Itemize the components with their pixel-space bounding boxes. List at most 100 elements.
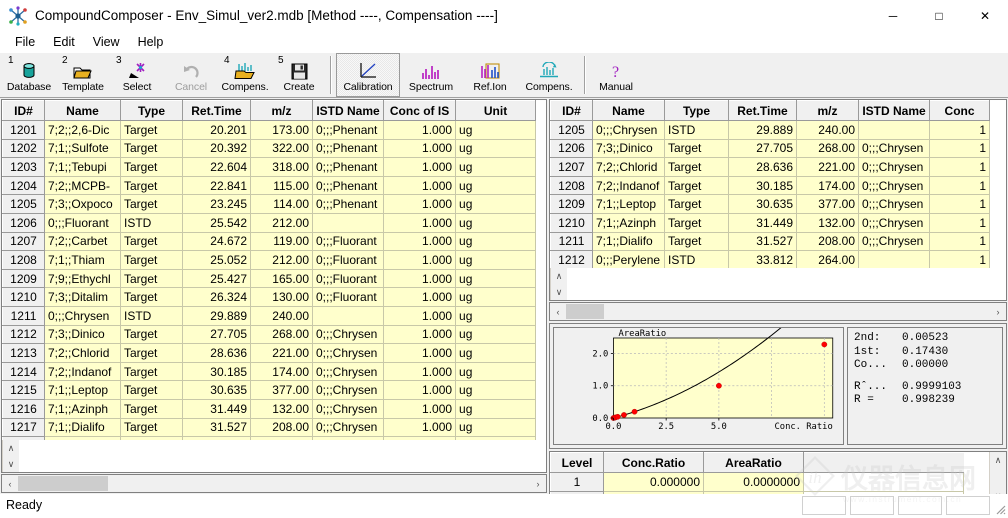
right-grid-cell[interactable]: 208.00 [797,232,859,251]
left-grid-cell[interactable]: 7;3;;Dinico [45,325,121,344]
left-grid-cell[interactable] [313,213,384,232]
scroll-left-icon-right[interactable]: ‹ [550,303,566,320]
table-row[interactable]: 12077;2;;ChloridTarget28.636221.000;;;Ch… [551,158,990,177]
left-grid-cell[interactable]: 29.889 [183,306,251,325]
left-grid-cell[interactable]: ug [456,213,536,232]
left-grid-vscrollbar[interactable]: ∧ ∨ [2,440,19,472]
right-grid-cell[interactable]: Target [665,195,729,214]
left-grid-cell[interactable]: 1207 [3,232,45,251]
right-grid-cell[interactable]: Target [665,213,729,232]
level-vscroll-track[interactable] [990,468,1006,488]
right-grid-cell[interactable]: 1 [930,139,990,158]
right-grid-col-5[interactable]: ISTD Name [859,101,930,121]
left-grid-cell[interactable]: 322.00 [251,139,313,158]
right-grid-col-6[interactable]: Conc [930,101,990,121]
toolbar-button-template[interactable]: 2 Template [56,53,110,97]
right-grid-cell[interactable]: 0;;;Chrysen [859,195,930,214]
left-grid-cell[interactable]: 1214 [3,362,45,381]
left-grid-cell[interactable]: 174.00 [251,362,313,381]
left-grid-cell[interactable]: 7;2;;MCPB- [45,176,121,195]
right-grid-cell[interactable]: 1 [930,158,990,177]
left-grid-cell[interactable]: 268.00 [251,325,313,344]
table-row[interactable]: 12120;;;PeryleneISTD33.812264.001 [551,251,990,268]
table-row[interactable]: 12177;1;;DialifoTarget31.527208.000;;;Ch… [3,418,536,437]
right-grid-cell[interactable]: 1212 [551,251,593,268]
left-grid-hscrollbar[interactable]: ‹ › [1,474,547,493]
left-grid-cell[interactable]: 114.00 [251,195,313,214]
right-grid-cell[interactable] [859,251,930,268]
left-grid-cell[interactable]: 1.000 [384,176,456,195]
left-grid-cell[interactable]: 1201 [3,121,45,140]
left-grid-cell[interactable]: 0;;;Chrysen [313,381,384,400]
left-grid-cell[interactable]: 0;;;Chrysen [45,306,121,325]
right-grid-cell[interactable]: 7;1;;Leptop [593,195,665,214]
left-grid-cell[interactable]: ug [456,251,536,270]
left-grid-cell[interactable]: Target [121,418,183,437]
left-grid-cell[interactable]: 7;3;;Ditalim [45,288,121,307]
menu-view[interactable]: View [84,34,129,50]
table-row[interactable]: 12027;1;;SulfoteTarget20.392322.000;;;Ph… [3,139,536,158]
left-grid-cell[interactable]: ug [456,399,536,418]
left-grid-cell[interactable]: 23.245 [183,195,251,214]
left-grid-cell[interactable]: 20.201 [183,121,251,140]
right-grid-cell[interactable]: Target [665,158,729,177]
left-grid-cell[interactable]: 7;9;;Ethychl [45,269,121,288]
left-grid-cell[interactable]: 1210 [3,288,45,307]
left-grid-cell[interactable]: 318.00 [251,158,313,177]
right-grid-col-0[interactable]: ID# [551,101,593,121]
left-grid-cell[interactable]: 31.527 [183,418,251,437]
left-grid-cell[interactable]: Target [121,121,183,140]
left-grid-cell[interactable]: 1.000 [384,213,456,232]
left-grid-cell[interactable]: ug [456,362,536,381]
left-grid-cell[interactable]: ug [456,269,536,288]
right-grid-cell[interactable]: 268.00 [797,139,859,158]
left-grid-cell[interactable]: 0;;;Perylene [45,437,121,440]
left-grid-cell[interactable]: 0;;;Phenant [313,139,384,158]
left-grid-cell[interactable]: 165.00 [251,269,313,288]
left-grid-cell[interactable]: ug [456,139,536,158]
left-grid-cell[interactable]: Target [121,381,183,400]
scroll-up-icon-level[interactable]: ∧ [990,452,1006,468]
left-grid-cell[interactable]: 132.00 [251,399,313,418]
toolbar-button-spectrum[interactable]: Spectrum [400,53,462,97]
right-grid-cell[interactable]: 1210 [551,213,593,232]
left-grid-cell[interactable]: 0;;;Phenant [313,158,384,177]
left-grid-cell[interactable]: 1.000 [384,158,456,177]
table-row[interactable]: 12097;9;;EthychlTarget25.427165.000;;;Fl… [3,269,536,288]
right-grid-hscrollbar[interactable]: ‹ › [549,302,1007,321]
left-grid-cell[interactable]: ISTD [121,213,183,232]
right-grid-cell[interactable]: ISTD [665,121,729,140]
right-grid-col-2[interactable]: Type [665,101,729,121]
left-grid-cell[interactable]: 1.000 [384,362,456,381]
right-grid-table[interactable]: ID#NameTypeRet.Timem/zISTD NameConc 1205… [550,100,990,268]
table-row[interactable]: 12037;1;;TebupiTarget22.604318.000;;;Phe… [3,158,536,177]
left-grid-cell[interactable]: ug [456,288,536,307]
right-grid-cell[interactable]: 30.185 [729,176,797,195]
right-grid-cell[interactable]: 7;3;;Dinico [593,139,665,158]
left-grid-cell[interactable]: 0;;;Fluorant [313,288,384,307]
table-row[interactable]: 12157;1;;LeptopTarget30.635377.000;;;Chr… [3,381,536,400]
left-grid-cell[interactable]: 1.000 [384,399,456,418]
left-grid-cell[interactable]: 1208 [3,251,45,270]
right-grid-cell[interactable]: 174.00 [797,176,859,195]
right-grid-cell[interactable]: 377.00 [797,195,859,214]
toolbar-button-compensate[interactable]: 4 Compens. [218,53,272,97]
left-grid-cell[interactable]: Target [121,195,183,214]
close-button[interactable]: ✕ [962,0,1008,31]
left-grid-cell[interactable]: 1.000 [384,325,456,344]
left-grid-cell[interactable]: 0;;;Chrysen [313,325,384,344]
right-grid-col-4[interactable]: m/z [797,101,859,121]
right-grid-cell[interactable]: 0;;;Chrysen [859,158,930,177]
right-grid-cell[interactable]: 1 [930,195,990,214]
left-grid-cell[interactable]: Target [121,344,183,363]
left-grid-cell[interactable]: 7;2;;Indanof [45,362,121,381]
scroll-right-icon[interactable]: › [530,475,546,492]
left-grid-cell[interactable]: 25.542 [183,213,251,232]
left-grid-cell[interactable]: 0;;;Chrysen [313,362,384,381]
left-grid-cell[interactable]: 1217 [3,418,45,437]
level-grid-cell[interactable]: 1 [551,473,604,492]
left-grid-cell[interactable] [313,437,384,440]
left-grid-cell[interactable]: ug [456,121,536,140]
table-row[interactable]: 12087;2;;IndanofTarget30.185174.000;;;Ch… [551,176,990,195]
left-grid-cell[interactable]: 173.00 [251,121,313,140]
